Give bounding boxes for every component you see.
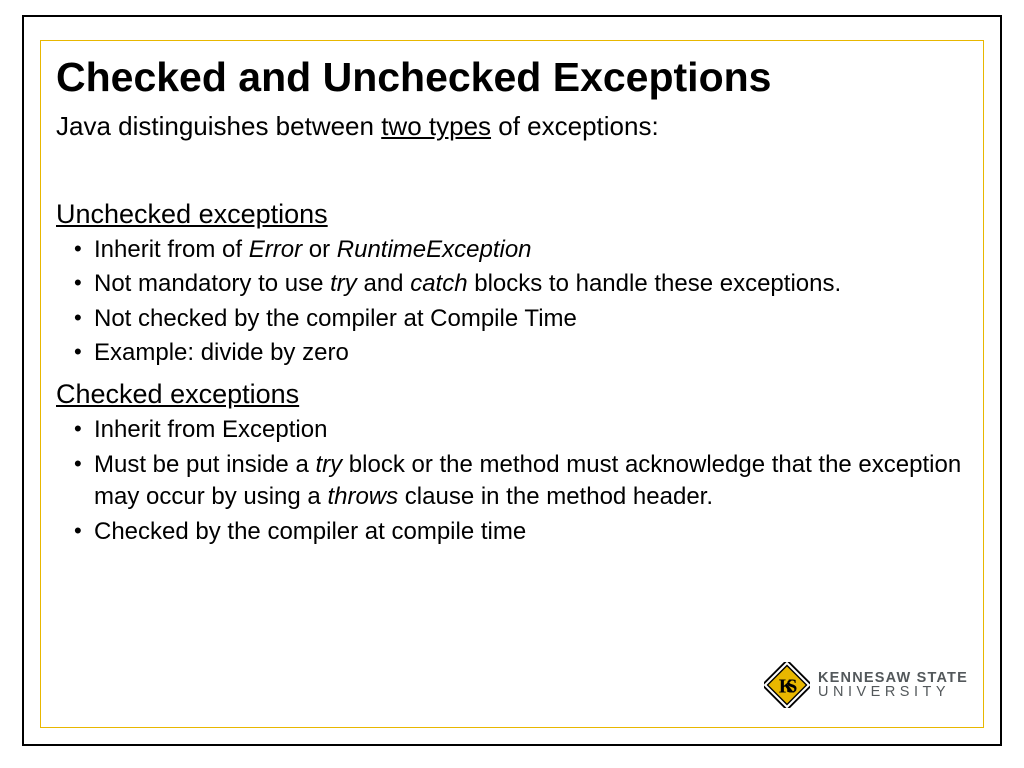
text: and — [357, 270, 410, 297]
text: or — [302, 236, 337, 263]
slide-content: Checked and Unchecked Exceptions Java di… — [56, 55, 968, 712]
slide-title: Checked and Unchecked Exceptions — [56, 55, 968, 100]
text: Inherit from of — [94, 236, 249, 263]
text: blocks to handle these exceptions. — [468, 270, 842, 297]
list-item: Inherit from Exception — [94, 414, 968, 446]
section1-list: Inherit from of Error or RuntimeExceptio… — [56, 234, 968, 370]
logo-text: KENNESAW STATE UNIVERSITY — [818, 671, 968, 700]
section2-heading: Checked exceptions — [56, 379, 968, 410]
italic-text: try — [315, 451, 342, 478]
list-item: Example: divide by zero — [94, 337, 968, 369]
italic-text: try — [330, 270, 357, 297]
section1-heading: Unchecked exceptions — [56, 199, 968, 230]
italic-text: throws — [327, 483, 398, 510]
list-item: Inherit from of Error or RuntimeExceptio… — [94, 234, 968, 266]
intro-underlined: two types — [381, 111, 491, 141]
list-item: Must be put inside a try block or the me… — [94, 449, 968, 514]
intro-text-pre: Java distinguishes between — [56, 111, 381, 141]
italic-text: RuntimeException — [337, 236, 532, 263]
svg-text:S: S — [786, 675, 797, 697]
list-item: Not mandatory to use try and catch block… — [94, 268, 968, 300]
logo-line2: UNIVERSITY — [818, 685, 968, 700]
university-logo: K S KENNESAW STATE UNIVERSITY — [764, 662, 968, 708]
logo-line1: KENNESAW STATE — [818, 671, 968, 686]
italic-text: catch — [410, 270, 467, 297]
text: Must be put inside a — [94, 451, 315, 478]
ks-logo-icon: K S — [764, 662, 810, 708]
list-item: Checked by the compiler at compile time — [94, 516, 968, 548]
text: Not mandatory to use — [94, 270, 330, 297]
italic-text: Error — [249, 236, 302, 263]
intro-text-post: of exceptions: — [491, 111, 659, 141]
text: clause in the method header. — [398, 483, 713, 510]
intro-line: Java distinguishes between two types of … — [56, 110, 968, 144]
section2-list: Inherit from Exception Must be put insid… — [56, 414, 968, 548]
list-item: Not checked by the compiler at Compile T… — [94, 303, 968, 335]
